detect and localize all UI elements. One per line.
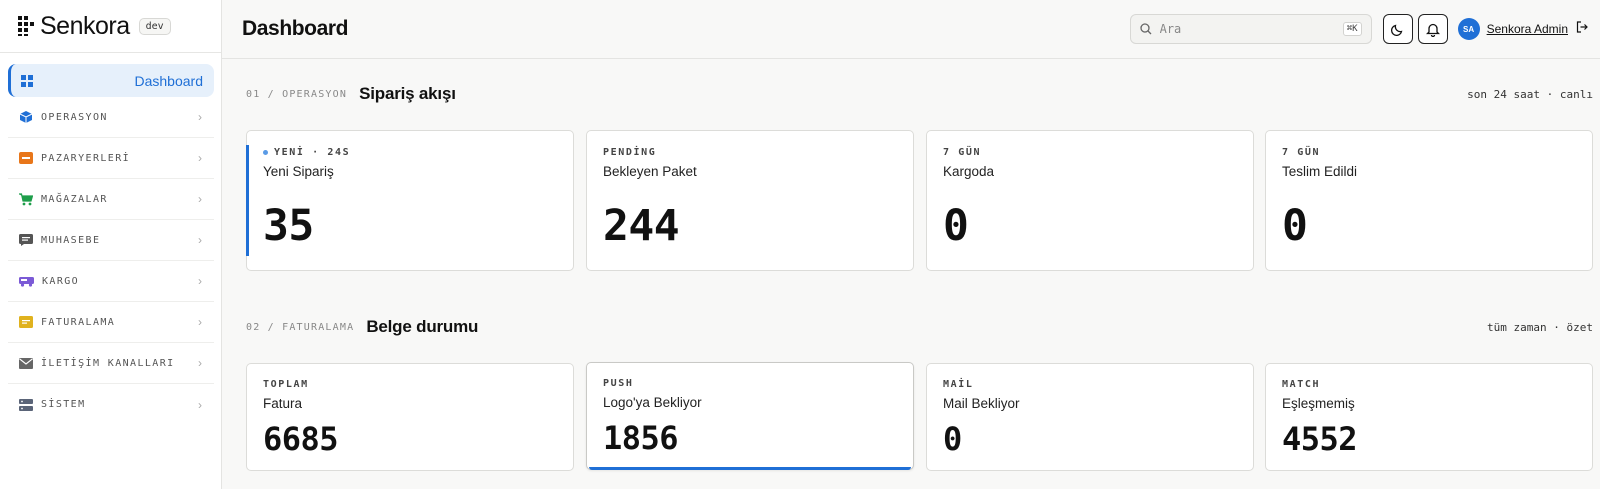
search-icon [1139, 23, 1152, 35]
sidebar-nav: Dashboard OPERASYON › PAZARYERLERİ › MAĞ… [0, 53, 221, 425]
card-tag: 7 GÜN [1282, 147, 1321, 158]
card-tag: PUSH [603, 378, 634, 389]
sidebar-item-magazalar[interactable]: MAĞAZALAR › [8, 179, 214, 220]
brand-name: Senkora [40, 11, 130, 40]
env-badge: dev [138, 17, 171, 35]
sidebar-item-label: Dashboard [134, 72, 204, 89]
server-icon [19, 398, 33, 411]
card-value: 1856 [603, 419, 679, 457]
section-meta: son 24 saat · canlı [1467, 87, 1593, 101]
card-label: Yeni Sipariş [263, 164, 334, 179]
sidebar-item-label: OPERASYON [41, 111, 108, 123]
moon-icon [1390, 24, 1402, 36]
avatar[interactable]: SA [1457, 18, 1480, 40]
card-tag: TOPLAM [263, 379, 309, 390]
cart-icon [19, 192, 33, 205]
card-tag: YENİ · 24S [263, 147, 557, 158]
section-meta: tüm zaman · özet [1487, 320, 1593, 334]
store-icon [19, 152, 33, 164]
live-dot-icon [263, 150, 268, 155]
stat-card-bekleyen-paket[interactable]: PENDİNG Bekleyen Paket 244 [586, 130, 914, 271]
stat-card-teslim-edildi[interactable]: 7 GÜN Teslim Edildi 0 [1265, 130, 1593, 271]
sidebar-item-label: MUHASEBE [41, 234, 101, 246]
stat-card-mail-bekliyor[interactable]: MAİL Mail Bekliyor 0 [926, 363, 1254, 471]
section-number: 02 / FATURALAMA [246, 321, 355, 333]
sidebar-item-label: SİSTEM [41, 399, 86, 410]
package-icon [19, 111, 33, 123]
sidebar-item-pazaryerleri[interactable]: PAZARYERLERİ › [8, 138, 214, 179]
logo-icon [18, 16, 34, 36]
chevron-right-icon: › [198, 110, 202, 124]
card-value: 35 [263, 201, 314, 251]
receipt-icon [19, 316, 33, 328]
sidebar-item-dashboard[interactable]: Dashboard [8, 64, 214, 97]
card-label: Teslim Edildi [1282, 164, 1358, 179]
section-number: 01 / OPERASYON [246, 88, 348, 100]
logout-icon[interactable] [1576, 20, 1588, 38]
stat-card-kargoda[interactable]: 7 GÜN Kargoda 0 [926, 130, 1254, 271]
message-icon [19, 234, 33, 246]
card-label: Logo'ya Bekliyor [603, 395, 702, 410]
stat-card-yeni-siparis[interactable]: YENİ · 24S Yeni Sipariş 35 [246, 130, 574, 271]
chevron-right-icon: › [198, 397, 202, 412]
card-label: Mail Bekliyor [943, 396, 1020, 411]
card-value: 244 [603, 201, 680, 251]
section-title: Belge durumu [366, 317, 479, 336]
chevron-right-icon: › [198, 356, 202, 370]
chevron-right-icon: › [198, 192, 202, 206]
card-value: 0 [1282, 201, 1308, 251]
sidebar-item-sistem[interactable]: SİSTEM › [8, 384, 214, 425]
theme-toggle-button[interactable] [1382, 14, 1413, 44]
chevron-right-icon: › [198, 315, 202, 329]
sidebar-item-muhasebe[interactable]: MUHASEBE › [8, 220, 214, 261]
search-input[interactable] [1159, 22, 1343, 36]
card-value: 0 [943, 201, 969, 251]
section-header-faturalama: 02 / FATURALAMA Belge durumu tüm zaman ·… [246, 317, 1593, 337]
card-tag: MAİL [943, 379, 974, 390]
sidebar-item-kargo[interactable]: KARGO › [8, 261, 214, 302]
sidebar-item-faturalama[interactable]: FATURALAMA › [8, 302, 214, 343]
stat-card-eslesmemis[interactable]: MATCH Eşleşmemiş 4552 [1265, 363, 1593, 471]
user-name-link[interactable]: Senkora Admin [1487, 22, 1568, 36]
card-label: Eşleşmemiş [1282, 396, 1355, 411]
card-value: 0 [943, 420, 962, 458]
card-value: 4552 [1282, 420, 1358, 458]
card-value: 6685 [263, 420, 339, 458]
top-header: Dashboard ⌘K SA Senkora Admin [222, 0, 1600, 59]
truck-icon [19, 277, 34, 287]
card-label: Bekleyen Paket [603, 164, 697, 179]
card-label: Fatura [263, 396, 303, 411]
bell-icon [1425, 23, 1440, 37]
card-tag: MATCH [1282, 379, 1321, 390]
sidebar-item-label: FATURALAMA [41, 316, 116, 328]
card-label: Kargoda [943, 164, 995, 179]
sidebar-item-iletisim-kanallari[interactable]: İLETİŞİM KANALLARI › [8, 343, 214, 384]
section-title: Sipariş akışı [359, 84, 456, 103]
sidebar-item-label: PAZARYERLERİ [41, 152, 131, 164]
chevron-right-icon: › [198, 233, 202, 247]
sidebar-item-operasyon[interactable]: OPERASYON › [8, 97, 214, 138]
card-tag: PENDİNG [603, 147, 657, 158]
notifications-button[interactable] [1417, 14, 1448, 44]
chevron-right-icon: › [198, 274, 202, 288]
shortcut-badge: ⌘K [1342, 22, 1362, 36]
mail-icon [19, 357, 33, 369]
card-tag: 7 GÜN [943, 147, 982, 158]
sidebar: Senkora dev Dashboard OPERASYON › PAZARY… [0, 0, 222, 489]
sidebar-item-label: MAĞAZALAR [41, 193, 108, 205]
chevron-right-icon: › [198, 151, 202, 165]
search-box[interactable]: ⌘K [1129, 14, 1372, 44]
sidebar-item-label: KARGO [42, 275, 80, 287]
page-title: Dashboard [242, 17, 349, 40]
stat-card-fatura[interactable]: TOPLAM Fatura 6685 [246, 363, 574, 471]
section-header-operasyon: 01 / OPERASYON Sipariş akışı son 24 saat… [246, 84, 1593, 104]
grid-icon [21, 74, 33, 87]
stat-card-logoya-bekliyor[interactable]: PUSH Logo'ya Bekliyor 1856 [586, 362, 914, 470]
brand: Senkora dev [0, 0, 221, 53]
sidebar-item-label: İLETİŞİM KANALLARI [41, 357, 175, 369]
